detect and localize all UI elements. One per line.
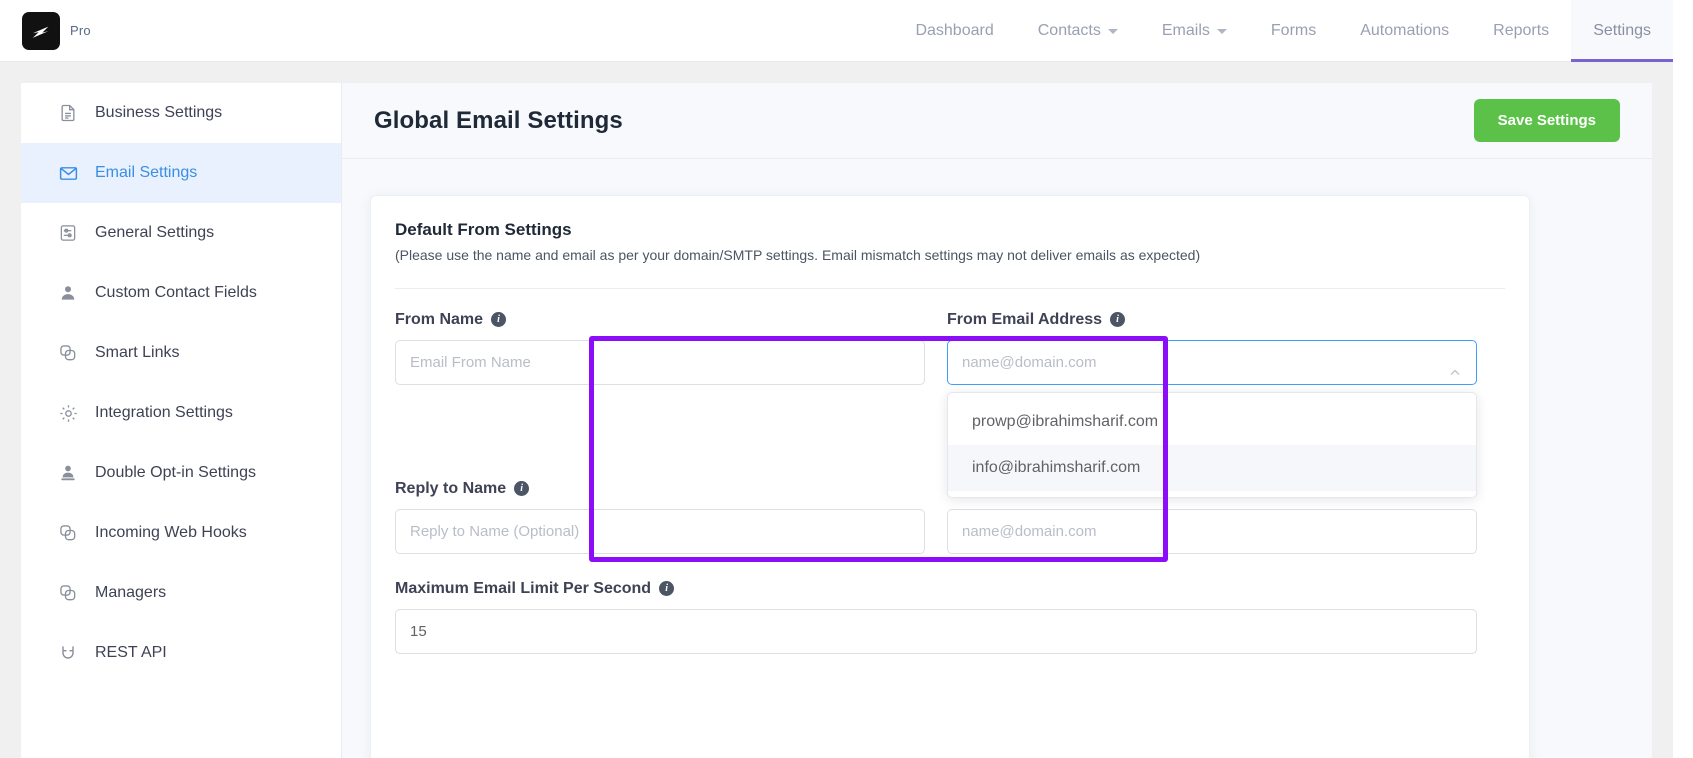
dropdown-option[interactable]: prowp@ibrahimsharif.com (948, 399, 1476, 445)
from-email-label: From Email Address i (947, 311, 1477, 329)
info-icon[interactable]: i (491, 312, 507, 328)
main-content: Global Email Settings Save Settings Defa… (342, 83, 1652, 758)
info-icon[interactable]: i (514, 481, 530, 497)
section-note: (Please use the name and email as per yo… (395, 247, 1201, 263)
from-name-field-group: From Name i (395, 311, 925, 410)
reply-to-email-input[interactable] (947, 508, 1477, 554)
sidebar-item-email-settings[interactable]: Email Settings (21, 143, 341, 203)
fluentcrm-logo-icon (22, 11, 60, 50)
sidebar-item-general-settings[interactable]: General Settings (21, 203, 341, 263)
sidebar-item-label: Email Settings (95, 164, 198, 181)
max-email-limit-label: Maximum Email Limit Per Second i (395, 580, 1505, 598)
link-icon (57, 522, 79, 544)
max-email-limit-field-group: Maximum Email Limit Per Second i (395, 580, 1505, 654)
link-icon (57, 342, 79, 364)
gear-icon (57, 402, 79, 424)
from-email-input[interactable] (947, 339, 1477, 385)
section-title: Default From Settings (395, 220, 572, 239)
sidebar-item-incoming-web-hooks[interactable]: Incoming Web Hooks (21, 503, 341, 563)
content-header: Global Email Settings Save Settings (342, 83, 1652, 159)
from-name-input[interactable] (395, 339, 925, 385)
from-settings-row: From Name i From Email Address i (395, 311, 1505, 498)
app-body: Business Settings Email Settings General… (0, 62, 1673, 758)
label-text: From Name (395, 310, 484, 328)
nav-label: Contacts (1037, 21, 1101, 39)
nav-menu: Dashboard Contacts Emails Forms Automati… (893, 0, 1673, 62)
nav-label: Emails (1161, 21, 1210, 39)
reply-to-name-input[interactable] (395, 508, 925, 554)
sidebar-item-label: Managers (95, 584, 167, 601)
reply-to-name-field-group: Reply to Name i (395, 480, 925, 554)
chevron-down-icon (1216, 29, 1227, 34)
sliders-icon (57, 222, 79, 244)
from-name-label: From Name i (395, 311, 925, 329)
sidebar-item-label: Custom Contact Fields (95, 284, 257, 301)
reply-to-name-label: Reply to Name i (395, 480, 925, 498)
nav-item-reports[interactable]: Reports (1471, 0, 1571, 62)
brand[interactable]: Pro (0, 11, 91, 50)
nav-label: Settings (1593, 21, 1651, 39)
link-icon (57, 582, 79, 604)
sidebar-item-business-settings[interactable]: Business Settings (21, 83, 341, 143)
sidebar-item-managers[interactable]: Managers (21, 563, 341, 623)
sidebar-item-label: REST API (95, 644, 167, 661)
sidebar-item-label: General Settings (95, 224, 215, 241)
sidebar-item-label: Smart Links (95, 344, 180, 361)
from-email-select-wrapper: email as per your domain/SMTP settings. … (947, 339, 1477, 498)
nav-item-contacts[interactable]: Contacts (1016, 0, 1140, 62)
sidebar-item-smart-links[interactable]: Smart Links (21, 323, 341, 383)
info-icon[interactable]: i (1110, 312, 1126, 328)
nav-item-settings[interactable]: Settings (1571, 0, 1673, 62)
from-email-dropdown: prowp@ibrahimsharif.com info@ibrahimshar… (947, 391, 1477, 498)
nav-label: Forms (1270, 21, 1317, 39)
envelope-icon (57, 162, 79, 184)
label-text: Maximum Email Limit Per Second (395, 579, 652, 597)
document-icon (57, 102, 79, 124)
nav-item-emails[interactable]: Emails (1140, 0, 1249, 62)
default-from-settings-card: Default From Settings (Please use the na… (370, 195, 1530, 758)
nav-label: Reports (1493, 21, 1550, 39)
magnet-icon (57, 642, 79, 664)
sidebar-item-rest-api[interactable]: REST API (21, 623, 341, 683)
user-icon (57, 282, 79, 304)
app-window: Pro Dashboard Contacts Emails Forms Auto… (0, 0, 1693, 758)
label-text: From Email Address (947, 310, 1103, 328)
nav-label: Automations (1360, 21, 1450, 39)
divider (395, 287, 1505, 289)
sidebar-item-label: Incoming Web Hooks (95, 524, 247, 541)
chevron-down-icon (1107, 29, 1118, 34)
top-navigation-bar: Pro Dashboard Contacts Emails Forms Auto… (0, 0, 1673, 62)
sidebar-item-label: Integration Settings (95, 404, 233, 421)
brand-badge-pro: Pro (70, 23, 91, 38)
sidebar-item-integration-settings[interactable]: Integration Settings (21, 383, 341, 443)
save-settings-button[interactable]: Save Settings (1473, 99, 1620, 142)
nav-label: Dashboard (915, 21, 994, 39)
dropdown-option[interactable]: info@ibrahimsharif.com (948, 444, 1476, 491)
nav-item-automations[interactable]: Automations (1338, 0, 1471, 62)
max-email-limit-input[interactable] (395, 608, 1477, 654)
nav-item-dashboard[interactable]: Dashboard (893, 0, 1015, 62)
user-stamp-icon (57, 462, 79, 484)
sidebar-item-label: Business Settings (95, 104, 223, 121)
page-title: Global Email Settings (374, 106, 623, 134)
sidebar-item-double-optin-settings[interactable]: Double Opt-in Settings (21, 443, 341, 503)
settings-sidebar: Business Settings Email Settings General… (21, 83, 342, 758)
sidebar-item-label: Double Opt-in Settings (95, 464, 256, 481)
nav-item-forms[interactable]: Forms (1249, 0, 1338, 62)
from-email-field-group: From Email Address i email as per your d… (947, 311, 1477, 498)
sidebar-item-custom-contact-fields[interactable]: Custom Contact Fields (21, 263, 341, 323)
info-icon[interactable]: i (659, 581, 675, 597)
label-text: Reply to Name (395, 479, 507, 497)
